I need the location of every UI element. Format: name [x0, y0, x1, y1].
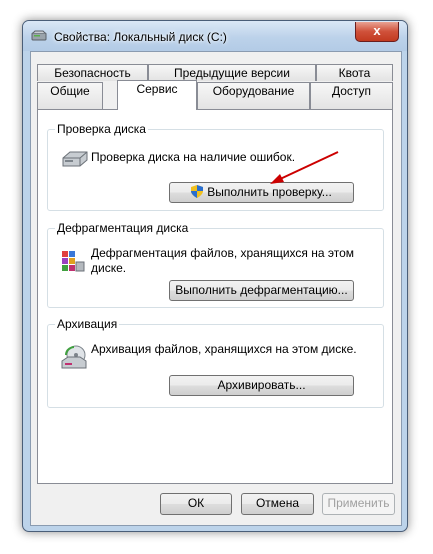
- ok-button[interactable]: ОК: [160, 493, 232, 515]
- cancel-label: Отмена: [255, 496, 300, 510]
- tab-sharing[interactable]: Доступ: [310, 82, 393, 109]
- tab-security[interactable]: Безопасность: [37, 64, 148, 81]
- ok-label: ОК: [187, 496, 205, 510]
- backup-group: Архивация Архивация файлов, хранящихся н…: [47, 317, 384, 408]
- tab-previous-versions[interactable]: Предыдущие версии: [148, 64, 316, 81]
- tab-quota[interactable]: Квота: [316, 64, 393, 81]
- defrag-now-label: Выполнить дефрагментацию...: [175, 283, 348, 297]
- backup-title: Архивация: [55, 317, 120, 331]
- backup-icon: [61, 345, 87, 369]
- backup-now-label: Архивировать...: [217, 378, 306, 392]
- defrag-title: Дефрагментация диска: [55, 221, 191, 235]
- apply-button[interactable]: Применить: [322, 493, 395, 515]
- window-title: Свойства: Локальный диск (C:): [54, 30, 227, 44]
- properties-window: Свойства: Локальный диск (C:) x Безопасн…: [22, 20, 408, 532]
- check-now-label: Выполнить проверку...: [207, 185, 332, 199]
- backup-now-button[interactable]: Архивировать...: [169, 375, 354, 396]
- backup-description: Архивация файлов, хранящихся на этом дис…: [91, 342, 357, 356]
- close-icon: x: [373, 23, 381, 38]
- close-button[interactable]: x: [355, 22, 399, 42]
- client-area: Безопасность Предыдущие версии Квота Общ…: [30, 51, 402, 526]
- annotation-arrow-icon: [270, 151, 339, 184]
- cancel-button[interactable]: Отмена: [241, 493, 314, 515]
- tab-hardware[interactable]: Оборудование: [197, 82, 310, 109]
- title-bar[interactable]: Свойства: Локальный диск (C:) x: [23, 21, 407, 51]
- defrag-icon: [62, 251, 85, 272]
- uac-shield-icon: [191, 185, 204, 198]
- hard-drive-icon: [62, 151, 88, 167]
- apply-label: Применить: [327, 496, 390, 510]
- drive-icon: [31, 30, 47, 41]
- defrag-description: Дефрагментация файлов, хранящихся на это…: [91, 246, 355, 275]
- check-disk-title: Проверка диска: [55, 122, 148, 136]
- defrag-now-button[interactable]: Выполнить дефрагментацию...: [169, 280, 354, 301]
- defrag-group: Дефрагментация диска Дефрагментация файл…: [47, 221, 384, 308]
- tab-service[interactable]: Сервис: [117, 80, 197, 110]
- tab-general[interactable]: Общие: [37, 82, 103, 109]
